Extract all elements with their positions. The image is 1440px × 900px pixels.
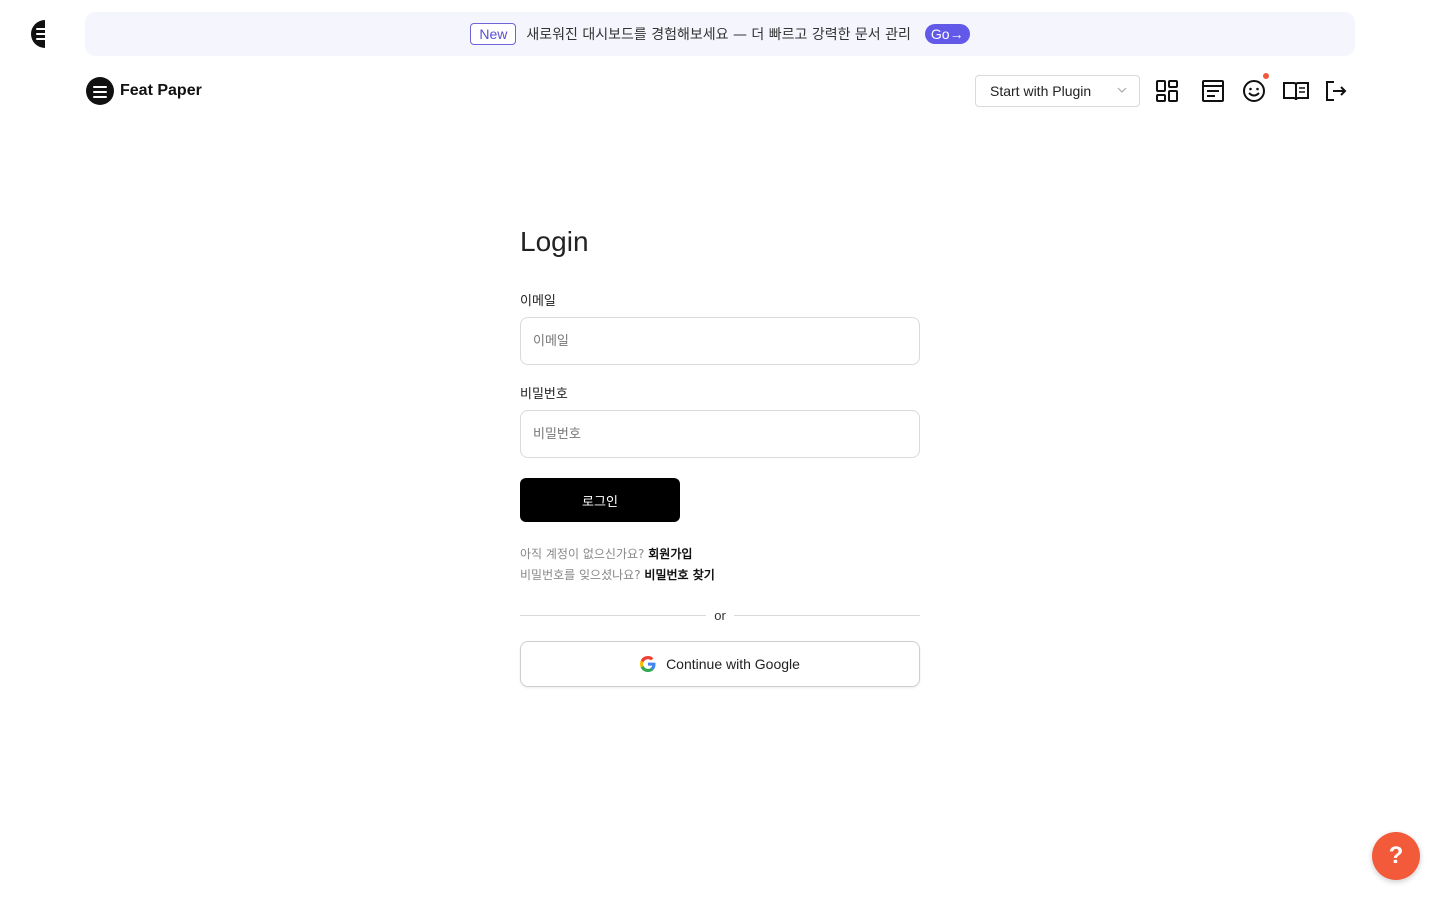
plugin-select[interactable]: Start with Plugin bbox=[975, 75, 1140, 107]
chevron-down-icon bbox=[1117, 87, 1127, 93]
logout-icon[interactable] bbox=[1323, 78, 1349, 104]
email-input[interactable] bbox=[520, 317, 920, 365]
forgot-password-link[interactable]: 비밀번호 찾기 bbox=[644, 568, 714, 582]
smiley-icon[interactable] bbox=[1241, 78, 1267, 104]
notification-dot bbox=[1263, 73, 1269, 79]
login-button[interactable]: 로그인 bbox=[520, 478, 680, 522]
help-button[interactable]: ? bbox=[1372, 832, 1420, 880]
google-button-label: Continue with Google bbox=[666, 656, 800, 672]
new-badge: New bbox=[470, 23, 517, 45]
document-window-icon[interactable] bbox=[1200, 78, 1226, 104]
open-book-icon[interactable] bbox=[1282, 78, 1310, 104]
password-input[interactable] bbox=[520, 410, 920, 458]
signup-link[interactable]: 회원가입 bbox=[648, 547, 692, 561]
or-divider: or bbox=[520, 608, 920, 623]
announcement-banner: New 새로워진 대시보드를 경험해보세요 — 더 빠르고 강력한 문서 관리 … bbox=[85, 12, 1355, 56]
divider-line-left bbox=[520, 615, 707, 616]
plugin-select-value: Start with Plugin bbox=[990, 83, 1092, 99]
brand-mark-icon bbox=[86, 77, 114, 105]
email-label: 이메일 bbox=[520, 294, 556, 309]
google-icon bbox=[640, 656, 656, 672]
forgot-prompt: 비밀번호를 잊으셨나요? bbox=[520, 568, 641, 582]
go-button[interactable]: Go→ bbox=[924, 24, 970, 44]
brand-logo[interactable]: Feat Paper bbox=[86, 77, 202, 105]
banner-text: 새로워진 대시보드를 경험해보세요 — 더 빠르고 강력한 문서 관리 bbox=[526, 27, 911, 43]
divider-line-right bbox=[733, 615, 920, 616]
login-title: Login bbox=[520, 226, 589, 257]
helper-links: 아직 계정이 없으신가요? 회원가입 비밀번호를 잊으셨나요? 비밀번호 찾기 bbox=[520, 544, 920, 586]
brand-name: Feat Paper bbox=[120, 82, 202, 99]
password-label: 비밀번호 bbox=[520, 387, 568, 402]
login-form: Login 이메일 비밀번호 로그인 아직 계정이 없으신가요? 회원가입 비밀… bbox=[520, 226, 920, 687]
signup-prompt: 아직 계정이 없으신가요? bbox=[520, 547, 645, 561]
divider-text: or bbox=[714, 608, 726, 623]
google-login-button[interactable]: Continue with Google bbox=[520, 641, 920, 687]
corner-mask bbox=[45, 14, 65, 54]
dashboard-grid-icon[interactable] bbox=[1154, 78, 1180, 104]
